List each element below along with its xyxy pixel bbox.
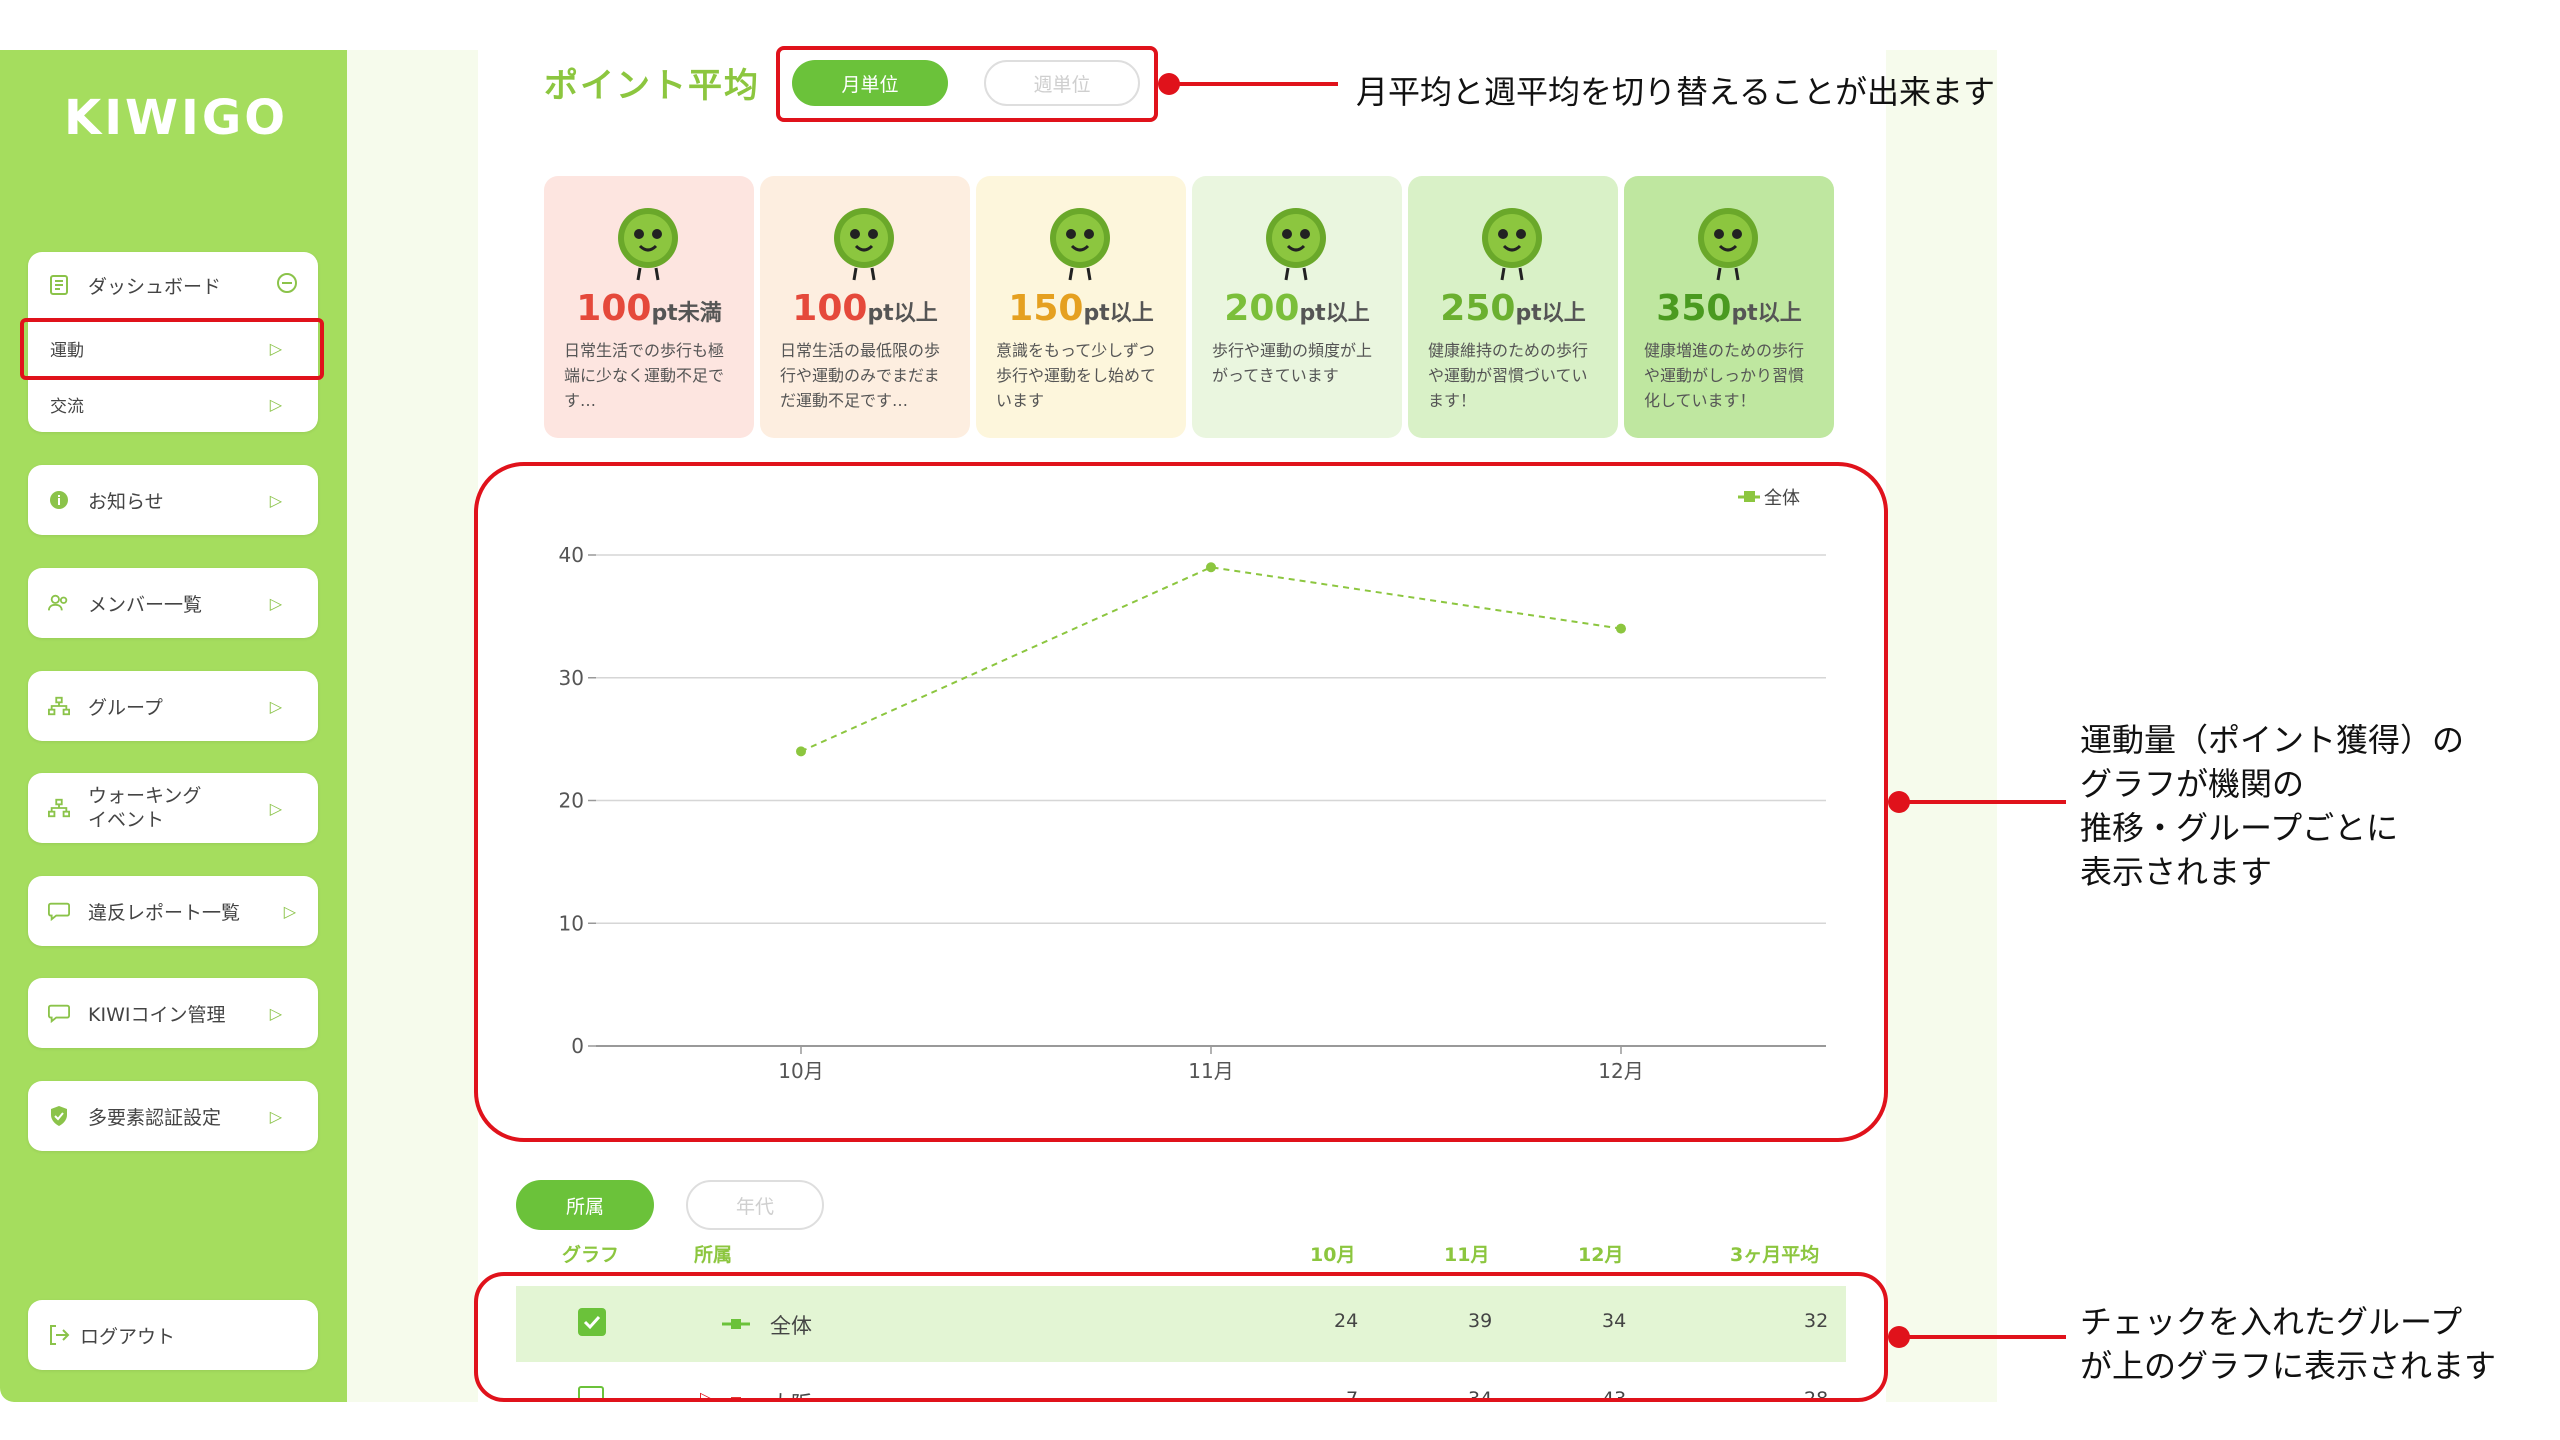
chevron-right-icon: ▷: [269, 1106, 282, 1126]
sidebar-item-kiwi-coin-row[interactable]: KIWIコイン管理 ▷: [28, 978, 318, 1048]
col-header-affiliation: 所属: [694, 1244, 733, 1266]
annotation-toggle-note: 月平均と週平均を切り替えることが出来ます: [1356, 73, 1996, 111]
logo-text: KIWIGO: [64, 90, 289, 146]
chevron-right-icon: ▷: [269, 1003, 282, 1023]
callout-line-toggle: [1168, 82, 1338, 86]
logout-row[interactable]: ログアウト: [28, 1300, 318, 1370]
annotation-table-note: チェックを入れたグループ が上のグラフに表示されます: [2080, 1303, 2497, 1385]
annotation-chart-note: 運動量（ポイント獲得）の グラフが機関の 推移・グループごとに 表示されます: [2080, 721, 2465, 891]
hierarchy-icon: [48, 695, 70, 717]
level-value: 200: [1224, 288, 1300, 329]
sidebar-item-violation-reports-row[interactable]: 違反レポート一覧 ▷: [28, 876, 318, 946]
level-unit: pt以上: [1299, 301, 1370, 326]
sidebar-item-members-row[interactable]: メンバー一覧 ▷: [28, 568, 318, 638]
kiwi-character-icon: [618, 208, 678, 281]
users-icon: [48, 592, 70, 614]
page-title: ポイント平均: [544, 66, 760, 106]
kiwi-character-icon: [1266, 208, 1326, 281]
app-logo: KIWIGO: [64, 88, 288, 148]
level-value: 150: [1008, 288, 1084, 329]
level-threshold: 200pt以上: [1192, 288, 1402, 329]
chevron-right-icon: ▷: [269, 798, 282, 818]
level-threshold: 250pt以上: [1408, 288, 1618, 329]
sidebar-item-dashboard[interactable]: ダッシュボード: [28, 262, 318, 308]
level-unit: pt以上: [867, 301, 938, 326]
bottom-margin: [0, 1402, 2560, 1440]
level-description: 日常生活の最低限の歩行や運動のみでまだまだ運動不足です…: [780, 341, 941, 410]
chevron-right-icon: ▷: [269, 696, 282, 716]
level-card: 150pt以上意識をもって少しずつ歩行や運動をし始めています: [976, 176, 1186, 438]
highlight-chart: [474, 462, 1888, 1142]
chat-bubble-icon: [48, 900, 70, 922]
level-value: 250: [1440, 288, 1516, 329]
callout-line-chart: [1898, 800, 2066, 804]
chevron-right-icon: ▷: [269, 490, 282, 510]
kiwi-character-icon: [1482, 208, 1542, 281]
level-threshold: 350pt以上: [1624, 288, 1834, 329]
dashboard-icon: [48, 274, 70, 296]
col-header-nov: 11月: [1444, 1244, 1490, 1266]
tab-affiliation[interactable]: 所属: [516, 1180, 654, 1230]
highlight-table-row: [474, 1272, 1888, 1402]
col-header-dec: 12月: [1578, 1244, 1624, 1266]
level-value: 100: [792, 288, 868, 329]
logout-label: ログアウト: [80, 1325, 176, 1348]
level-description: 歩行や運動の頻度が上がってきています: [1212, 341, 1373, 385]
level-card: 100pt未満日常生活での歩行も極端に少なく運動不足です…: [544, 176, 754, 438]
info-icon: [48, 489, 70, 511]
chevron-right-icon: ▷: [283, 901, 296, 921]
level-value: 350: [1656, 288, 1732, 329]
chevron-right-icon: ▷: [269, 394, 282, 414]
sidebar-item-label: メンバー一覧: [88, 593, 203, 616]
level-card: 100pt以上日常生活の最低限の歩行や運動のみでまだまだ運動不足です…: [760, 176, 970, 438]
callout-line-table: [1898, 1335, 2066, 1339]
kiwi-character-icon: [834, 208, 894, 281]
shield-icon: [48, 1105, 70, 1127]
chevron-right-icon: ▷: [269, 593, 282, 613]
tab-age[interactable]: 年代: [686, 1180, 824, 1230]
level-unit: pt以上: [1731, 301, 1802, 326]
hierarchy-icon: [48, 797, 70, 819]
logout-icon: [48, 1324, 70, 1346]
level-card: 200pt以上歩行や運動の頻度が上がってきています: [1192, 176, 1402, 438]
level-card: 250pt以上健康維持のための歩行や運動が習慣づいています！: [1408, 176, 1618, 438]
level-threshold: 100pt未満: [544, 288, 754, 329]
level-unit: pt以上: [1083, 301, 1154, 326]
level-description: 健康増進のための歩行や運動がしっかり習慣化しています！: [1644, 341, 1805, 410]
col-header-3month-avg: 3ヶ月平均: [1730, 1244, 1820, 1266]
level-value: 100: [576, 288, 652, 329]
level-description: 意識をもって少しずつ歩行や運動をし始めています: [996, 341, 1157, 410]
sidebar-item-label: 違反レポート一覧: [88, 901, 241, 924]
sidebar-item-label: ウォーキング イベント: [88, 785, 202, 831]
sidebar-item-groups-row[interactable]: グループ ▷: [28, 671, 318, 741]
sidebar-item-walking-event-row[interactable]: ウォーキング イベント ▷: [28, 773, 318, 843]
kiwi-character-icon: [1698, 208, 1758, 281]
sidebar-item-mfa-row[interactable]: 多要素認証設定 ▷: [28, 1081, 318, 1151]
highlight-exercise-item: [20, 318, 324, 380]
sidebar-item-label: 多要素認証設定: [88, 1106, 222, 1129]
chat-bubble-icon: [48, 1002, 70, 1024]
sidebar-item-label: 交流: [50, 396, 84, 417]
sidebar-item-label: お知らせ: [88, 490, 164, 513]
level-card: 350pt以上健康増進のための歩行や運動がしっかり習慣化しています！: [1624, 176, 1834, 438]
sidebar-item-exchange[interactable]: 交流 ▷: [28, 384, 318, 424]
col-header-graph: グラフ: [562, 1244, 620, 1266]
highlight-toggle: [776, 46, 1158, 122]
sidebar-item-label: グループ: [88, 696, 163, 719]
collapse-icon[interactable]: [276, 272, 298, 298]
sidebar-item-label: ダッシュボード: [88, 275, 222, 298]
level-description: 日常生活での歩行も極端に少なく運動不足です…: [564, 341, 725, 410]
level-threshold: 100pt以上: [760, 288, 970, 329]
sidebar-item-notices-row[interactable]: お知らせ ▷: [28, 465, 318, 535]
level-unit: pt以上: [1515, 301, 1586, 326]
level-threshold: 150pt以上: [976, 288, 1186, 329]
sidebar-item-label: KIWIコイン管理: [88, 1003, 226, 1026]
kiwi-character-icon: [1050, 208, 1110, 281]
level-description: 健康維持のための歩行や運動が習慣づいています！: [1428, 341, 1589, 410]
level-unit: pt未満: [651, 301, 722, 326]
col-header-oct: 10月: [1310, 1244, 1356, 1266]
